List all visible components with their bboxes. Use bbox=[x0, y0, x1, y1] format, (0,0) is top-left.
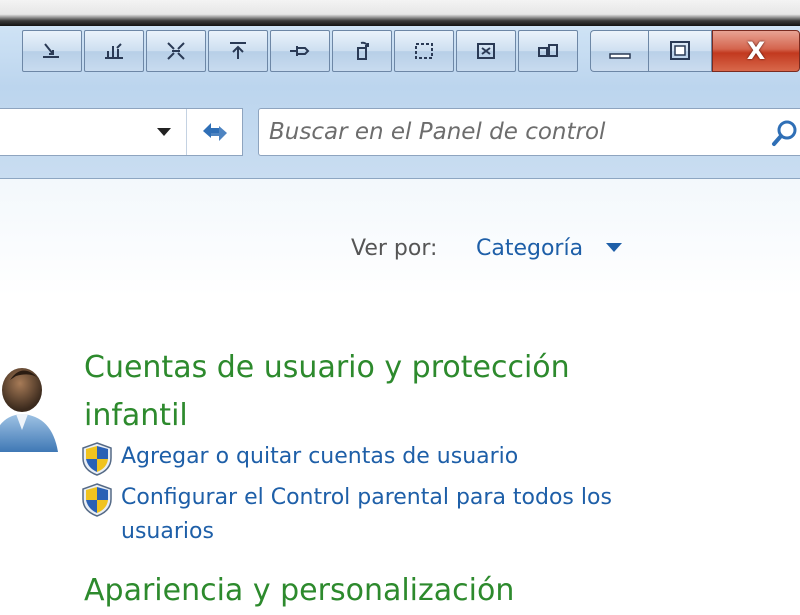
category-title-line1: Cuentas de usuario y protección bbox=[84, 350, 570, 385]
uac-shield-icon bbox=[82, 442, 112, 476]
tool-frame-button[interactable] bbox=[394, 30, 454, 72]
screen-grid-icon bbox=[477, 43, 495, 59]
user-accounts-icon[interactable] bbox=[0, 360, 60, 456]
refresh-button[interactable] bbox=[187, 109, 242, 155]
task-add-remove-accounts[interactable]: Agregar o quitar cuentas de usuario bbox=[80, 440, 641, 477]
uac-shield-icon bbox=[82, 483, 112, 517]
close-icon: X bbox=[746, 37, 766, 65]
tool-top-button[interactable] bbox=[208, 30, 268, 72]
tool-pin-button[interactable] bbox=[270, 30, 330, 72]
minimize-icon bbox=[608, 53, 631, 59]
task-label: Agregar o quitar cuentas de usuario bbox=[121, 444, 519, 469]
category-title-line2: infantil bbox=[84, 398, 188, 433]
tool-chart-button[interactable] bbox=[84, 30, 144, 72]
chevron-down-icon bbox=[157, 128, 171, 136]
pin-icon bbox=[290, 46, 310, 56]
minimize-button[interactable] bbox=[590, 30, 648, 72]
window-toolbar bbox=[22, 30, 580, 74]
address-dropdown-button[interactable] bbox=[142, 109, 186, 155]
view-by-dropdown[interactable]: Categoría bbox=[476, 236, 583, 261]
fit-window-icon bbox=[167, 42, 185, 60]
view-by-label: Ver por: bbox=[351, 236, 438, 261]
category-appearance-link[interactable]: Apariencia y personalización bbox=[84, 567, 644, 615]
search-input[interactable] bbox=[269, 117, 759, 147]
search-box[interactable] bbox=[258, 108, 800, 156]
refresh-icon bbox=[202, 123, 227, 141]
close-button[interactable]: X bbox=[712, 30, 800, 72]
maximize-button[interactable] bbox=[648, 30, 712, 72]
dock-bottom-left-icon bbox=[43, 43, 59, 58]
maximize-icon bbox=[670, 41, 690, 60]
screen-top-band bbox=[0, 0, 800, 26]
bar-chart-icon bbox=[105, 43, 123, 59]
pin-top-icon bbox=[230, 42, 246, 59]
tool-grid-button[interactable] bbox=[456, 30, 516, 72]
tiles-icon bbox=[538, 44, 558, 57]
tool-fit-button[interactable] bbox=[146, 30, 206, 72]
search-icon[interactable] bbox=[771, 119, 799, 147]
address-bar[interactable] bbox=[0, 108, 243, 156]
tool-dock-button[interactable] bbox=[22, 30, 82, 72]
task-label: Configurar el Control parental para todo… bbox=[121, 485, 612, 544]
task-parental-controls[interactable]: Configurar el Control parental para todo… bbox=[80, 481, 641, 549]
refresh-copy-icon bbox=[357, 41, 369, 60]
screen-frame-icon bbox=[415, 43, 433, 59]
category-user-accounts-link[interactable]: Cuentas de usuario y protección infantil bbox=[84, 344, 644, 440]
tool-copy-button[interactable] bbox=[332, 30, 392, 72]
view-by-arrow-icon[interactable] bbox=[606, 243, 622, 252]
tool-tiles-button[interactable] bbox=[518, 30, 578, 72]
